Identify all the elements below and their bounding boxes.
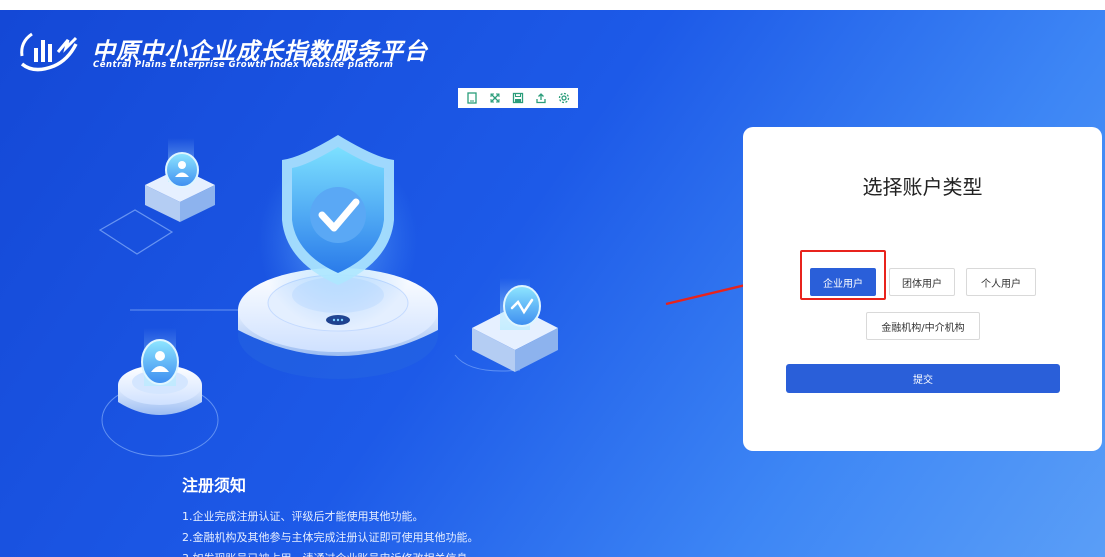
notice-item: 3.如发现账号已被占用，请通过企业账号申诉修改相关信息。 [182,548,479,557]
annotation-highlight-box [800,250,886,300]
personal-user-button[interactable]: 个人用户 [966,268,1036,296]
account-type-card: 选择账户类型 企业用户 团体用户 个人用户 金融机构/中介机构 提交 [743,127,1102,451]
group-user-button[interactable]: 团体用户 [889,268,955,296]
submit-button[interactable]: 提交 [786,364,1060,393]
registration-notice: 注册须知 1.企业完成注册认证、评级后才能使用其他功能。 2.金融机构及其他参与… [182,472,479,557]
notice-title: 注册须知 [182,476,247,495]
notice-item: 2.金融机构及其他参与主体完成注册认证即可使用其他功能。 [182,531,479,544]
financial-institution-button[interactable]: 金融机构/中介机构 [866,312,980,340]
card-title: 选择账户类型 [862,175,983,199]
page-background: 中原中小企业成长指数服务平台 Central Plains Enterprise… [0,10,1105,557]
notice-item: 1.企业完成注册认证、评级后才能使用其他功能。 [182,510,424,523]
